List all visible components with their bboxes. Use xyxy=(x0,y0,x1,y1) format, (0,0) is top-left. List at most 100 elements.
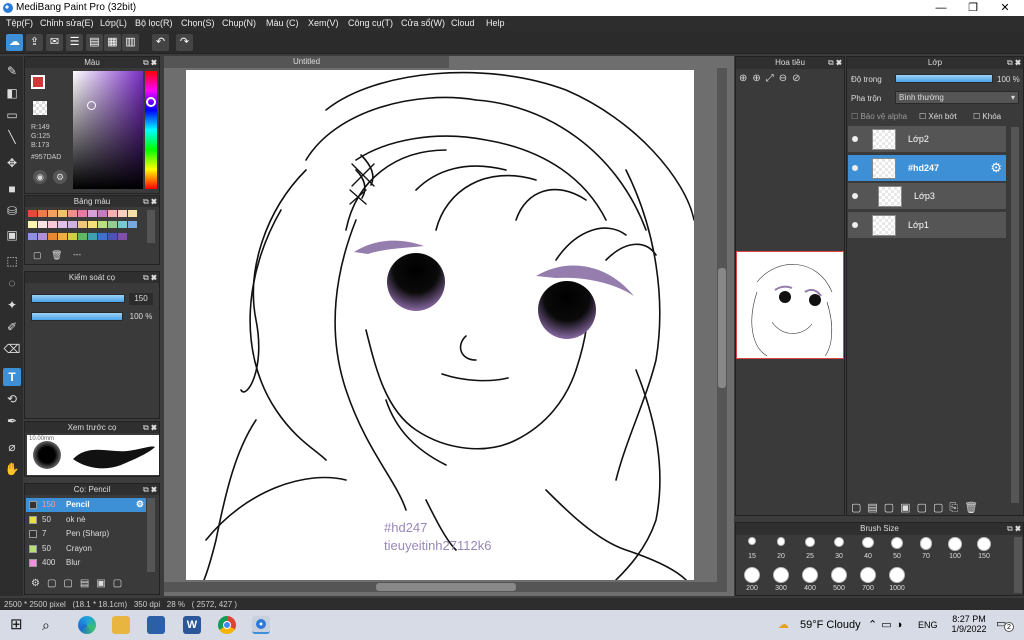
background-color-swatch[interactable] xyxy=(33,101,47,115)
brush-list-item[interactable]: 50 ok nè xyxy=(26,513,146,527)
menu-tools[interactable]: Công cụ(T) xyxy=(348,18,393,28)
palette-swatch[interactable] xyxy=(38,221,47,229)
menu-view[interactable]: Xem(V) xyxy=(308,18,339,28)
vertical-scroll-thumb[interactable] xyxy=(718,268,726,388)
new-palette-icon[interactable]: ▢ xyxy=(33,250,42,261)
palette-swatch[interactable] xyxy=(58,232,67,240)
palette-settings-icon[interactable]: ⚙ xyxy=(53,170,67,184)
palette-swatch[interactable] xyxy=(68,210,77,217)
line-tool-icon[interactable]: ╲ xyxy=(3,128,21,146)
panel-controls-icon[interactable]: ⧉ ✖ xyxy=(143,422,157,433)
menu-layer[interactable]: Lớp(L) xyxy=(100,18,127,28)
brush-size-preset[interactable] xyxy=(889,567,905,583)
rect-tool-icon[interactable]: ▭ xyxy=(3,106,21,124)
brush-size-preset[interactable] xyxy=(776,537,786,546)
operation-tool-icon[interactable]: ⟲ xyxy=(3,390,21,408)
comment-icon[interactable]: ✉ xyxy=(46,34,63,51)
move-tool-icon[interactable]: ✥ xyxy=(3,154,21,172)
brush-list-item[interactable]: 7 Pen (Sharp) xyxy=(26,527,146,541)
panel-controls-icon[interactable]: ⧉ ✖ xyxy=(143,272,157,283)
eyedropper-tool-icon[interactable]: ⌀ xyxy=(3,438,21,456)
store-icon[interactable] xyxy=(147,616,165,634)
menu-snap[interactable]: Chụp(N) xyxy=(222,18,256,28)
navigator-thumbnail[interactable] xyxy=(736,251,844,359)
brush-size-preset[interactable] xyxy=(860,567,876,583)
drawing-canvas[interactable]: #hd247 tieuyeitinh27112k6 xyxy=(186,70,694,580)
palette-swatch[interactable] xyxy=(28,210,37,217)
weather-text[interactable]: 59°F Cloudy xyxy=(800,619,861,631)
clipping-checkbox[interactable]: ☐ Xén bớt xyxy=(919,112,957,121)
palette-swatch[interactable] xyxy=(28,232,37,240)
palette-swatch[interactable] xyxy=(38,232,47,240)
palette-swatch[interactable] xyxy=(98,221,107,229)
windows-start-icon[interactable]: ⊞ xyxy=(10,616,28,634)
undo-icon[interactable]: ↶ xyxy=(152,34,169,51)
palette-swatch[interactable] xyxy=(88,210,97,217)
file-explorer-icon[interactable] xyxy=(112,616,130,634)
palette-swatch[interactable] xyxy=(108,210,117,217)
color-picker-cursor[interactable] xyxy=(87,101,96,110)
layer-settings-icon[interactable]: ⚙ xyxy=(990,160,1002,176)
palette-swatch[interactable] xyxy=(68,221,77,229)
brush-size-value[interactable]: 150 xyxy=(129,293,153,305)
clock[interactable]: 8:27 PM 1/9/2022 xyxy=(948,614,990,634)
brush-size-preset[interactable] xyxy=(805,537,815,547)
layer-visibility-icon[interactable] xyxy=(852,164,858,171)
palette-swatch[interactable] xyxy=(58,210,67,217)
brush-list-actions-icon[interactable]: ⚙▢▢▤▣▢ xyxy=(31,578,129,589)
menu-select[interactable]: Chọn(S) xyxy=(181,18,215,28)
notification-icon[interactable]: ▭ 2 xyxy=(996,617,1014,632)
menu-filter[interactable]: Bộ lọc(R) xyxy=(135,18,173,28)
layout-icon[interactable]: ▥ xyxy=(122,34,139,51)
brush-list-item[interactable]: 150 Pencil ⚙ xyxy=(26,498,146,512)
palette-swatch[interactable] xyxy=(78,232,87,240)
page-icon[interactable]: ▤ xyxy=(86,34,103,51)
palette-swatch[interactable] xyxy=(88,232,97,240)
canvas-vertical-scrollbar[interactable] xyxy=(717,68,727,582)
redo-icon[interactable]: ↷ xyxy=(176,34,193,51)
layer-row[interactable]: #hd247 ⚙ xyxy=(848,154,1006,182)
protect-alpha-checkbox[interactable]: ☐ Bảo vệ alpha xyxy=(851,112,907,121)
palette-swatch[interactable] xyxy=(28,221,37,229)
grid-icon[interactable]: ▦ xyxy=(104,34,121,51)
layer-row[interactable]: Lớp2 xyxy=(848,126,1006,153)
system-tray-icons[interactable]: ⌃▭◑ xyxy=(868,618,906,631)
brush-size-slider[interactable] xyxy=(31,294,125,303)
edge-browser-icon[interactable] xyxy=(78,616,96,634)
text-tool-icon[interactable]: T xyxy=(3,368,21,386)
layer-row[interactable]: Lớp1 xyxy=(848,211,1006,239)
menu-help[interactable]: Help xyxy=(486,18,505,28)
palette-swatch[interactable] xyxy=(98,232,107,240)
search-icon[interactable]: ⌕ xyxy=(42,616,60,634)
layers-scrollbar[interactable] xyxy=(1011,127,1019,503)
palette-swatch[interactable] xyxy=(58,221,67,229)
brush-size-scrollbar[interactable] xyxy=(1014,537,1022,593)
brush-size-preset[interactable] xyxy=(833,537,845,548)
panel-controls-icon[interactable]: ⧉ ✖ xyxy=(143,196,157,207)
bucket-tool-icon[interactable]: ⛁ xyxy=(3,202,21,220)
layer-actions-icon[interactable]: ▢▤▢▣▢▢⎘🗑 xyxy=(851,501,984,515)
palette-swatch[interactable] xyxy=(38,210,47,217)
panel-controls-icon[interactable]: ⧉ ✖ xyxy=(143,57,157,68)
canvas-horizontal-scrollbar[interactable] xyxy=(164,582,727,592)
foreground-color-swatch[interactable] xyxy=(31,75,45,89)
palette-swatch[interactable] xyxy=(88,221,97,229)
cloud-icon[interactable]: ☁ xyxy=(6,34,23,51)
layer-visibility-icon[interactable] xyxy=(852,221,858,228)
palette-swatch[interactable] xyxy=(108,232,117,240)
hue-cursor[interactable] xyxy=(146,97,156,107)
pen-tool-icon[interactable]: ✒ xyxy=(3,412,21,430)
palette-swatch[interactable] xyxy=(48,221,57,229)
palette-swatch[interactable] xyxy=(48,232,57,240)
brush-size-preset[interactable] xyxy=(919,537,933,550)
chrome-icon[interactable] xyxy=(218,616,236,634)
palette-swatch[interactable] xyxy=(98,210,107,217)
palette-swatch[interactable] xyxy=(78,221,87,229)
brush-size-preset[interactable] xyxy=(744,567,760,583)
brush-tool-icon[interactable]: ✎ xyxy=(3,62,21,80)
palette-swatch[interactable] xyxy=(118,232,127,240)
fill-rect-icon[interactable]: ■ xyxy=(3,180,21,198)
upload-icon[interactable]: ⇪ xyxy=(26,34,43,51)
palette-swatch[interactable] xyxy=(128,210,137,217)
brush-list-item[interactable]: 400 Blur xyxy=(26,556,146,570)
